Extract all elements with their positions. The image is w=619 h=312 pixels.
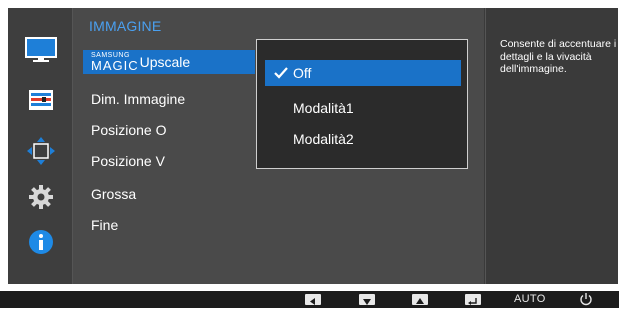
auto-button[interactable]: AUTO — [514, 293, 546, 305]
menu-title: IMMAGINE — [89, 18, 162, 34]
color-bars-icon[interactable] — [24, 85, 58, 115]
menu-item-h-position[interactable]: Posizione O — [83, 118, 255, 142]
enter-icon — [468, 298, 477, 305]
option-label: Modalità1 — [293, 100, 354, 116]
option-mode1[interactable]: Modalità1 — [265, 95, 461, 121]
up-arrow-button[interactable] — [412, 294, 428, 305]
help-text: Consente di accentuare i dettagli e la v… — [500, 38, 617, 75]
menu-item-label: Upscale — [139, 54, 191, 70]
menu-item-picture-size[interactable]: Dim. Immagine — [83, 87, 255, 111]
gear-icon[interactable] — [24, 182, 58, 212]
power-button[interactable] — [579, 292, 593, 306]
option-off[interactable]: Off — [265, 60, 461, 86]
option-mode2[interactable]: Modalità2 — [265, 126, 461, 152]
monitor-icon[interactable] — [24, 36, 58, 66]
down-arrow-button[interactable] — [359, 294, 375, 305]
down-arrow-icon — [363, 299, 371, 305]
info-icon[interactable] — [24, 227, 58, 257]
menu-item-label: Posizione O — [91, 122, 167, 138]
option-label: Modalità2 — [293, 131, 354, 147]
resize-arrows-icon[interactable] — [24, 136, 58, 166]
checkmark-icon — [274, 67, 288, 79]
menu-item-v-position[interactable]: Posizione V — [83, 149, 255, 173]
menu-item-label: Fine — [91, 217, 119, 233]
left-arrow-button[interactable] — [305, 294, 321, 305]
power-icon — [580, 293, 592, 306]
menu-item-label: Grossa — [91, 186, 137, 202]
menu-item-label: Dim. Immagine — [91, 91, 186, 107]
left-arrow-icon — [310, 298, 315, 305]
samsung-magic-logo: SAMSUNG MAGIC — [91, 52, 139, 73]
help-panel: Consente di accentuare i dettagli e la v… — [485, 8, 618, 284]
upscale-options-dropdown: Off Modalità1 Modalità2 — [256, 39, 468, 169]
picture-menu-panel: IMMAGINE SAMSUNG MAGIC Upscale Dim. Imma… — [73, 8, 484, 284]
menu-item-magic-upscale[interactable]: SAMSUNG MAGIC Upscale — [83, 50, 255, 74]
menu-item-fine[interactable]: Fine — [83, 213, 255, 237]
option-label: Off — [293, 65, 312, 81]
up-arrow-icon — [416, 298, 424, 304]
enter-button[interactable] — [465, 294, 481, 305]
menu-item-coarse[interactable]: Grossa — [83, 182, 255, 206]
menu-item-label: Posizione V — [91, 153, 165, 169]
category-sidebar — [8, 8, 73, 284]
